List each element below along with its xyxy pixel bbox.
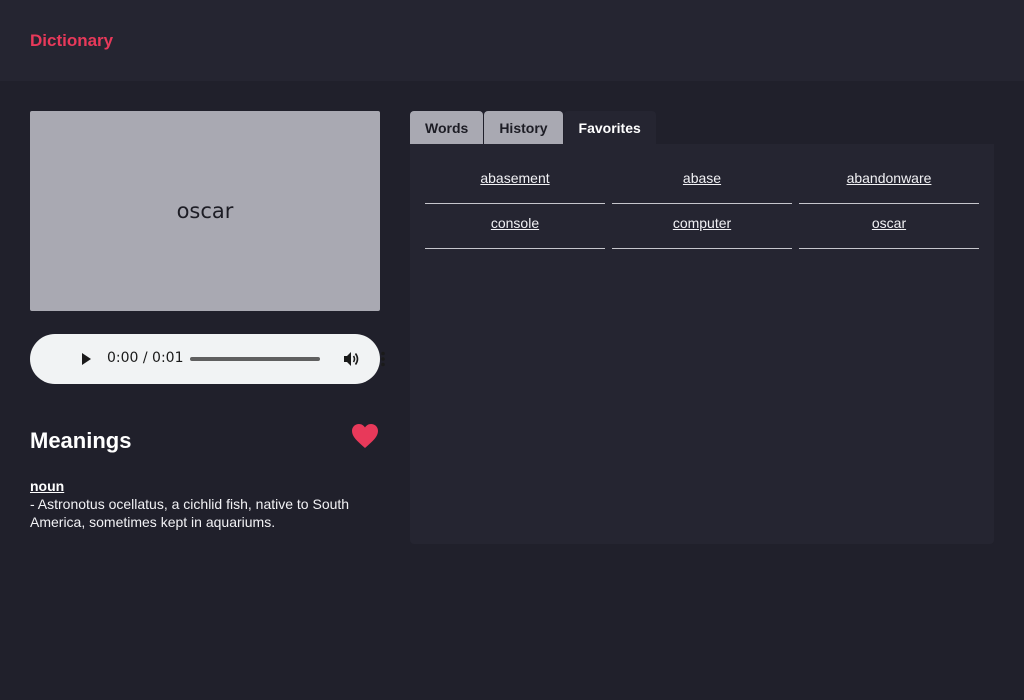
audio-player: 0:00 / 0:01 [30,334,385,384]
tab-history[interactable]: History [484,111,563,145]
current-word: oscar [176,199,234,223]
volume-icon[interactable] [343,351,360,367]
meanings-heading: Meanings [30,428,132,453]
favorite-word-link[interactable]: oscar [799,204,979,249]
heart-icon[interactable] [351,423,379,449]
tab-favorites[interactable]: Favorites [563,111,656,145]
app-title[interactable]: Dictionary [30,31,113,51]
favorite-word-link[interactable]: computer [612,204,792,249]
favorites-grid: abasement abase abandonware console comp… [425,159,979,249]
favorite-word-link[interactable]: abandonware [799,159,979,204]
play-icon[interactable] [82,353,91,365]
word-card: oscar [30,111,380,311]
audio-time: 0:00 / 0:01 [107,350,184,366]
favorite-word-link[interactable]: abase [612,159,792,204]
more-options-icon[interactable] [380,351,386,367]
app-header: Dictionary [0,0,1024,81]
part-of-speech: noun [30,478,65,494]
favorite-word-link[interactable]: console [425,204,605,249]
word-list-tabs: Words History Favorites [410,111,657,145]
definition-text: - Astronotus ocellatus, a cichlid fish, … [30,496,350,530]
audio-progress-slider[interactable] [190,357,320,361]
favorites-panel: abasement abase abandonware console comp… [410,144,994,544]
favorite-word-link[interactable]: abasement [425,159,605,204]
tab-words[interactable]: Words [410,111,484,145]
